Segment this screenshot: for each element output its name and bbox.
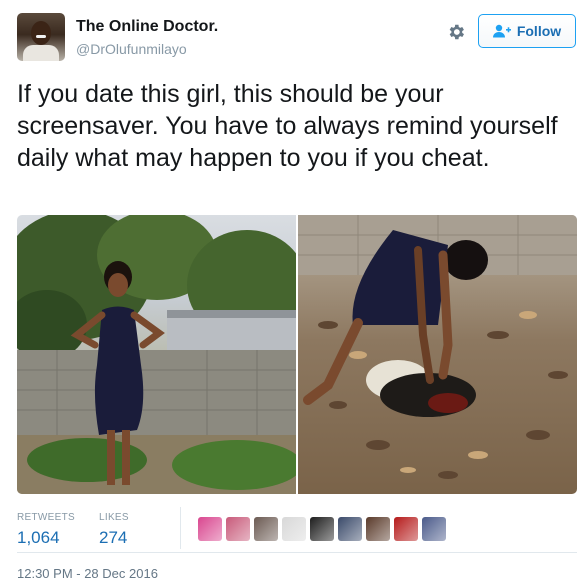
user-name[interactable]: The Online Doctor.: [76, 18, 218, 36]
liker-avatar[interactable]: [338, 517, 362, 541]
retweets-stat[interactable]: RETWEETS 1,064: [17, 512, 75, 548]
liker-avatar[interactable]: [310, 517, 334, 541]
liker-avatars: [198, 517, 446, 541]
footer-divider: [17, 552, 577, 553]
photo-left-illustration: [17, 215, 296, 494]
photo-woman-standing[interactable]: [17, 215, 296, 494]
stats-divider: [180, 507, 181, 549]
liker-avatar[interactable]: [282, 517, 306, 541]
retweets-count: 1,064: [17, 528, 60, 547]
avatar-shirt: [23, 45, 59, 61]
liker-avatar[interactable]: [226, 517, 250, 541]
likes-label: LIKES: [99, 512, 129, 523]
likes-count: 274: [99, 528, 128, 547]
likes-stat[interactable]: LIKES 274: [99, 512, 129, 548]
tweet-text: If you date this girl, this should be yo…: [17, 80, 558, 172]
add-user-icon: [492, 24, 511, 38]
retweets-label: RETWEETS: [17, 512, 75, 523]
follow-label: Follow: [516, 23, 562, 39]
liker-avatar[interactable]: [366, 517, 390, 541]
gear-icon[interactable]: [446, 22, 466, 42]
photo-woman-bending[interactable]: [298, 215, 577, 494]
avatar-face: [31, 21, 51, 45]
tweet-media: [17, 215, 577, 494]
avatar[interactable]: [17, 13, 65, 61]
liker-avatar[interactable]: [394, 517, 418, 541]
liker-avatar[interactable]: [422, 517, 446, 541]
user-handle[interactable]: @DrOlufunmilayo: [76, 41, 187, 57]
tweet-timestamp[interactable]: 12:30 PM - 28 Dec 2016: [17, 566, 158, 581]
liker-avatar[interactable]: [254, 517, 278, 541]
avatar-smile: [36, 35, 46, 38]
follow-button[interactable]: Follow: [478, 14, 576, 48]
photo-right-illustration: [298, 215, 577, 479]
liker-avatar[interactable]: [198, 517, 222, 541]
